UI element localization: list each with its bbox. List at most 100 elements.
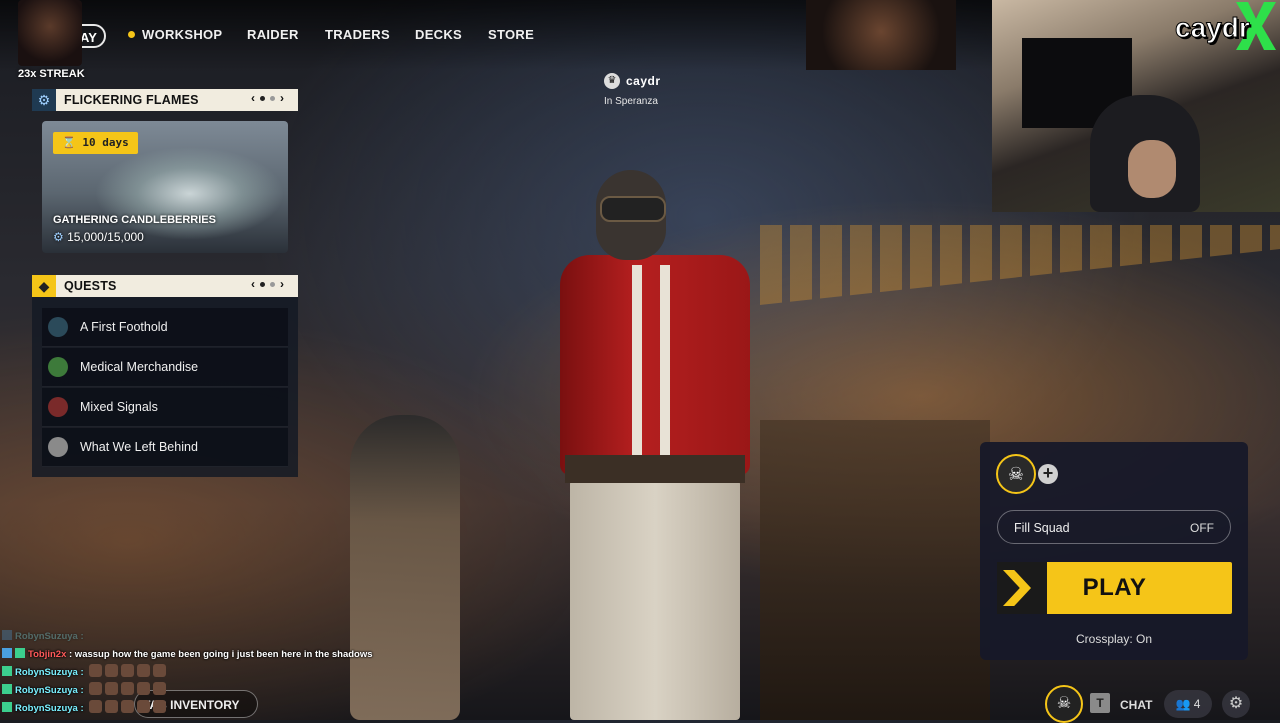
fill-squad-toggle[interactable]: Fill Squad OFF (997, 510, 1231, 544)
pager-dot (270, 95, 275, 101)
nav-store[interactable]: STORE (488, 27, 534, 42)
emote-icon (153, 682, 167, 695)
quest-giver-avatar-icon (48, 357, 68, 377)
emote-icon (89, 700, 103, 713)
friends-button[interactable]: 👥 4 (1164, 690, 1212, 718)
event-panel-title: FLICKERING FLAMES (64, 93, 199, 107)
chevron-right-icon[interactable]: › (280, 277, 284, 291)
crown-icon: ♛ (604, 72, 620, 89)
quests-panel-header: ◆ QUESTS ‹ › (32, 275, 298, 297)
nav-decks[interactable]: DECKS (415, 27, 462, 42)
quest-label: What We Left Behind (80, 440, 198, 454)
chevron-right-icon[interactable]: › (280, 91, 284, 105)
chat-badge-icon (2, 702, 12, 712)
jacket-stripe (632, 265, 642, 465)
nav-raider[interactable]: RAIDER (247, 27, 299, 42)
webcam-face (1128, 140, 1176, 198)
chat-username: RobynSuzuya : (15, 631, 84, 642)
chat-username: RobynSuzuya : (15, 685, 84, 696)
bunting-decoration (760, 225, 1280, 305)
chat-username: Tobjin2x (28, 649, 67, 660)
player-character-legs (570, 480, 740, 720)
quest-label: Mixed Signals (80, 400, 158, 414)
emote-icon (137, 682, 151, 695)
crossplay-status: Crossplay: On (1075, 632, 1153, 646)
quest-list: A First Foothold Medical Merchandise Mix… (32, 297, 298, 477)
chat-username: RobynSuzuya : (15, 667, 84, 678)
friends-count: 4 (1193, 697, 1201, 711)
player-character-belt (565, 455, 745, 483)
chat-message: RobynSuzuya : (2, 628, 422, 646)
emote-icon (105, 700, 119, 713)
quest-item[interactable]: What We Left Behind (42, 428, 288, 467)
event-panel-header: ⚙ FLICKERING FLAMES ‹ › (32, 89, 298, 111)
chat-badge-icon (2, 630, 12, 640)
nav-traders[interactable]: TRADERS (325, 27, 390, 42)
gear-icon: ⚙ (32, 89, 56, 111)
chat-username: RobynSuzuya : (15, 703, 84, 714)
pager-dot (260, 95, 265, 101)
player-tag: ♛ caydr In Speranza (604, 72, 661, 107)
event-name: GATHERING CANDLEBERRIES (53, 214, 216, 226)
chat-badge-icon (2, 666, 12, 676)
chat-key-hint: T (1090, 693, 1110, 713)
chevron-left-icon[interactable]: ‹ (251, 91, 255, 105)
chat-message: RobynSuzuya : (2, 664, 422, 682)
pager-dot (270, 281, 275, 287)
chat-badge-icon (15, 648, 25, 658)
event-timer-label: 10 days (82, 136, 129, 149)
add-squad-member-button[interactable]: + (1038, 464, 1058, 484)
play-button[interactable]: PLAY (997, 562, 1232, 614)
settings-gear-icon[interactable]: ⚙ (1222, 690, 1250, 718)
emote-icon (105, 664, 119, 677)
quest-item[interactable]: A First Foothold (42, 308, 288, 347)
chat-message: RobynSuzuya : (2, 700, 422, 718)
emote-icon (153, 664, 167, 677)
bar-counter (760, 420, 990, 720)
quest-item[interactable]: Mixed Signals (42, 388, 288, 427)
fill-squad-state: OFF (1190, 521, 1214, 535)
event-progress-value: 15,000/15,000 (67, 230, 144, 244)
profile-avatar[interactable]: ☠ (1045, 685, 1083, 723)
event-card[interactable]: ⌛ 10 days GATHERING CANDLEBERRIES ⚙ 15,0… (42, 121, 288, 253)
chat-text: : wassup how the game been going i just … (69, 649, 373, 660)
quest-giver-avatar-icon (48, 437, 68, 457)
chevron-left-icon[interactable]: ‹ (251, 277, 255, 291)
diamond-icon: ◆ (32, 275, 56, 297)
play-button-label: PLAY (1082, 574, 1147, 601)
emote-icon (137, 664, 151, 677)
player-name: caydr (626, 73, 661, 88)
emote-icon (89, 664, 103, 677)
quest-giver-avatar-icon (48, 317, 68, 337)
chat-message: Tobjin2x : wassup how the game been goin… (2, 646, 422, 664)
emote-icon (105, 682, 119, 695)
quest-label: Medical Merchandise (80, 360, 199, 374)
notification-dot-icon (128, 31, 135, 38)
streak-counter: 23x STREAK (18, 68, 85, 80)
quests-pager: ‹ › (251, 277, 284, 291)
pager-dot (260, 281, 265, 287)
emote-icon (121, 700, 135, 713)
emote-icon (137, 700, 151, 713)
squad-member-avatar[interactable]: ☠ (996, 454, 1036, 494)
fill-squad-label: Fill Squad (1014, 521, 1070, 535)
event-timer-badge: ⌛ 10 days (53, 132, 138, 154)
quests-panel-title: QUESTS (64, 279, 117, 293)
chat-button[interactable]: CHAT (1120, 698, 1152, 712)
nav-label: WORKSHOP (142, 27, 223, 42)
emote-icon (153, 700, 167, 713)
emote-icon (121, 664, 135, 677)
event-progress: ⚙ 15,000/15,000 (53, 230, 144, 244)
chat-badge-icon (2, 648, 12, 658)
jacket-stripe (660, 265, 670, 465)
nav-workshop[interactable]: WORKSHOP (128, 27, 222, 42)
emote-icon (89, 682, 103, 695)
quest-item[interactable]: Medical Merchandise (42, 348, 288, 387)
player-location: In Speranza (604, 96, 658, 107)
emote-icon (121, 682, 135, 695)
stream-chat-overlay: RobynSuzuya : Tobjin2x : wassup how the … (2, 628, 422, 718)
quest-giver-avatar-icon (48, 397, 68, 417)
chat-message: RobynSuzuya : (2, 682, 422, 700)
chat-badge-icon (2, 684, 12, 694)
goggles (600, 196, 666, 222)
